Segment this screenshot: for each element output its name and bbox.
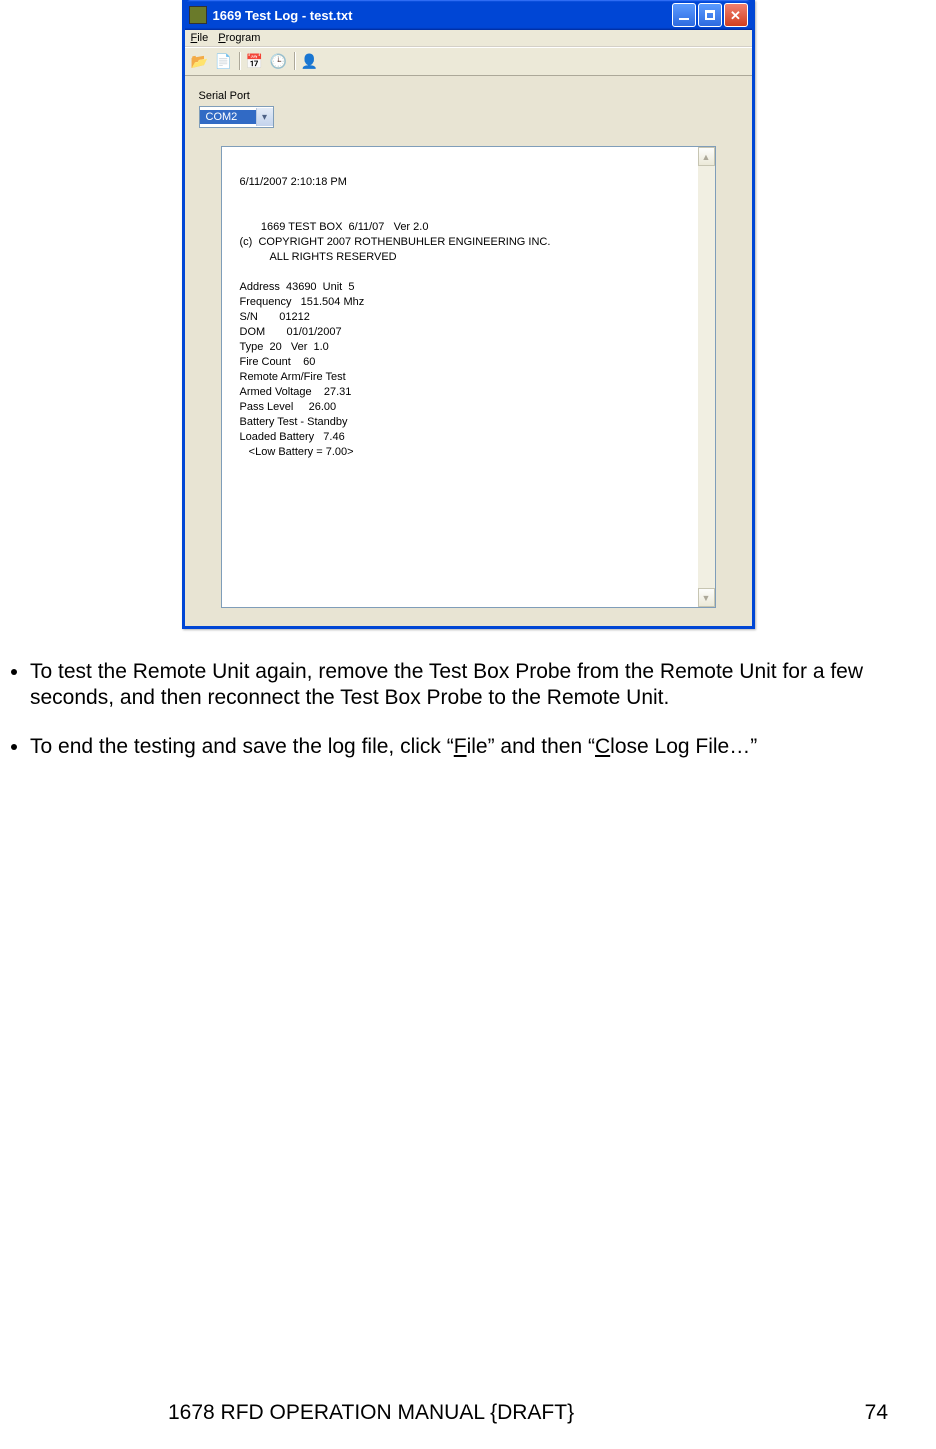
maximize-button[interactable] [698, 3, 722, 27]
log-line: Armed Voltage 27.31 [240, 386, 352, 398]
instruction-item: To test the Remote Unit again, remove th… [30, 659, 906, 712]
calendar-icon[interactable]: 📅 [246, 52, 264, 70]
maximize-icon [705, 10, 715, 20]
user-icon[interactable]: 👤 [301, 52, 319, 70]
dropdown-icon[interactable]: ▾ [256, 108, 273, 126]
footer-title: 1678 RFD OPERATION MANUAL {DRAFT} [168, 1401, 574, 1425]
menu-program[interactable]: Program [218, 32, 260, 44]
scroll-down-icon[interactable]: ▼ [698, 588, 715, 607]
log-line: ALL RIGHTS RESERVED [240, 251, 397, 263]
log-line: DOM 01/01/2007 [240, 326, 342, 338]
minimize-icon [679, 18, 689, 20]
minimize-button[interactable] [672, 3, 696, 27]
log-line: Remote Arm/Fire Test [240, 371, 346, 383]
toolbar-separator [239, 52, 240, 70]
underlined-letter: F [454, 735, 467, 758]
log-line: Battery Test - Standby [240, 416, 348, 428]
new-file-icon[interactable]: 📄 [215, 52, 233, 70]
instruction-text: To test the Remote Unit again, remove th… [30, 660, 863, 709]
underlined-letter: C [595, 735, 610, 758]
log-line: Pass Level 26.00 [240, 401, 337, 413]
toolbar-separator [294, 52, 295, 70]
instruction-text: To end the testing and save the log file… [30, 735, 454, 758]
page-number: 74 [865, 1401, 888, 1425]
close-icon: ✕ [730, 9, 741, 22]
instruction-text: ile” and then “ [467, 735, 595, 758]
window-body: Serial Port COM2 ▾ 6/11/2007 2:10:18 PM … [185, 76, 752, 626]
log-line: <Low Battery = 7.00> [240, 446, 354, 458]
log-text: 6/11/2007 2:10:18 PM 1669 TEST BOX 6/11/… [222, 147, 715, 460]
log-line: 1669 TEST BOX 6/11/07 Ver 2.0 [240, 221, 429, 233]
menubar: File Program [185, 30, 752, 47]
instruction-item: To end the testing and save the log file… [30, 734, 906, 760]
menu-file[interactable]: File [191, 32, 209, 44]
close-button[interactable]: ✕ [724, 3, 748, 27]
log-line: Fire Count 60 [240, 356, 316, 368]
titlebar[interactable]: 1669 Test Log - test.txt ✕ [185, 0, 752, 30]
log-pane: 6/11/2007 2:10:18 PM 1669 TEST BOX 6/11/… [221, 146, 716, 608]
log-line: (c) COPYRIGHT 2007 ROTHENBUHLER ENGINEER… [240, 236, 551, 248]
app-window: 1669 Test Log - test.txt ✕ File Program … [182, 0, 755, 629]
log-line: Type 20 Ver 1.0 [240, 341, 329, 353]
log-line: Loaded Battery 7.46 [240, 431, 345, 443]
scroll-up-icon[interactable]: ▲ [698, 147, 715, 166]
instruction-text: lose Log File…” [610, 735, 757, 758]
app-icon [189, 6, 207, 24]
serial-port-label: Serial Port [199, 90, 738, 102]
log-timestamp: 6/11/2007 2:10:18 PM [240, 176, 347, 188]
open-folder-icon[interactable]: 📂 [191, 52, 209, 70]
vertical-scrollbar[interactable]: ▲ ▼ [698, 147, 715, 607]
instruction-list: To test the Remote Unit again, remove th… [0, 659, 936, 760]
log-line: Frequency 151.504 Mhz [240, 296, 365, 308]
clock-icon[interactable]: 🕒 [270, 52, 288, 70]
log-line: S/N 01212 [240, 311, 310, 323]
page-footer: 1678 RFD OPERATION MANUAL {DRAFT} 74 [0, 1401, 936, 1425]
serial-port-value: COM2 [200, 110, 256, 124]
toolbar: 📂 📄 📅 🕒 👤 [185, 47, 752, 76]
window-title: 1669 Test Log - test.txt [213, 8, 672, 23]
serial-port-combo[interactable]: COM2 ▾ [199, 106, 274, 128]
log-line: Address 43690 Unit 5 [240, 281, 355, 293]
